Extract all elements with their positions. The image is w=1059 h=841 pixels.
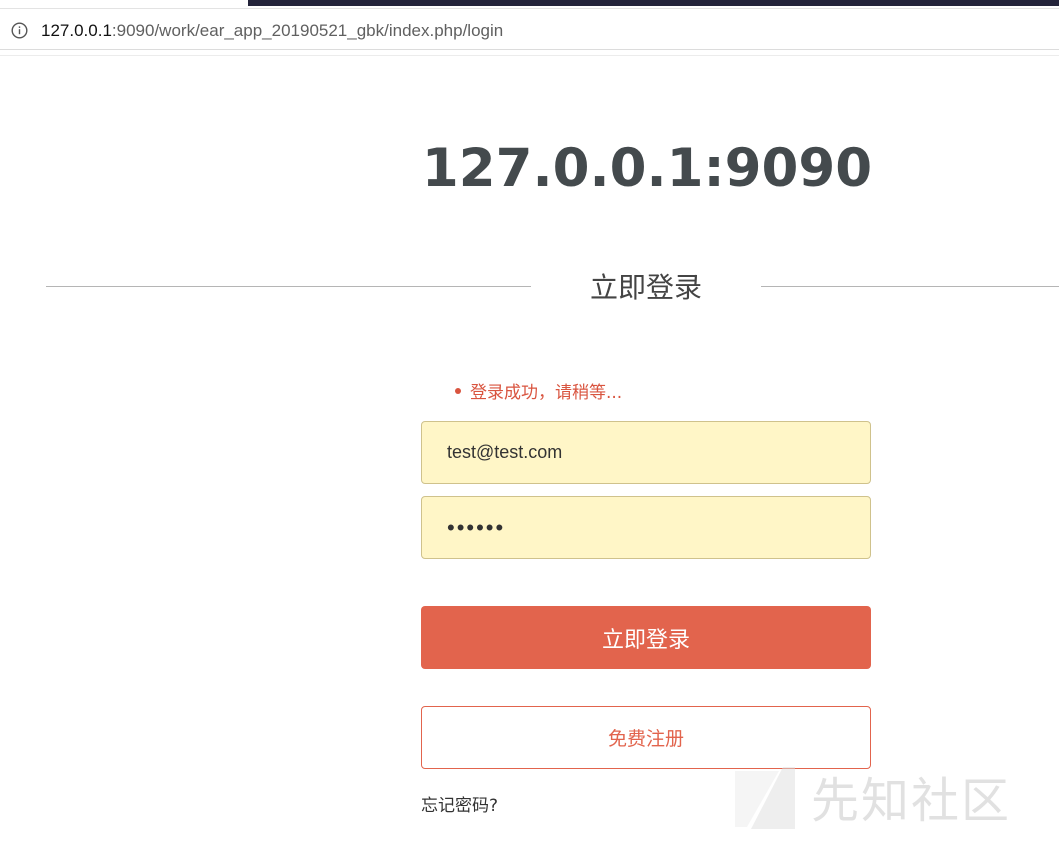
watermark: 先知社区 [733,765,1043,835]
info-icon[interactable] [11,22,28,39]
browser-top-strip [248,0,1059,6]
watermark-text: 先知社区 [811,773,1012,829]
heading-divider-right [761,286,1059,287]
status-message-text: 登录成功，请稍等... [470,383,623,403]
page-title: 127.0.0.1:9090 [421,138,873,199]
url-host: 127.0.0.1 [41,21,112,40]
heading-divider-left [46,286,531,287]
address-bar[interactable]: 127.0.0.1:9090/work/ear_app_20190521_gbk… [0,8,1059,50]
toolbar-separator [0,55,1059,56]
url-path: :9090/work/ear_app_20190521_gbk/index.ph… [111,21,504,40]
watermark-logo-icon [735,767,795,829]
forgot-password-link[interactable]: 忘记密码? [421,794,498,818]
email-field[interactable] [421,421,871,484]
password-field[interactable] [421,496,871,559]
url-text[interactable]: 127.0.0.1:9090/work/ear_app_20190521_gbk… [41,20,503,42]
register-button[interactable]: 免费注册 [421,706,871,769]
status-message: 登录成功，请稍等... [455,381,622,405]
section-heading: 立即登录 [589,271,702,304]
status-bullet-icon [455,388,461,394]
login-button[interactable]: 立即登录 [421,606,871,669]
